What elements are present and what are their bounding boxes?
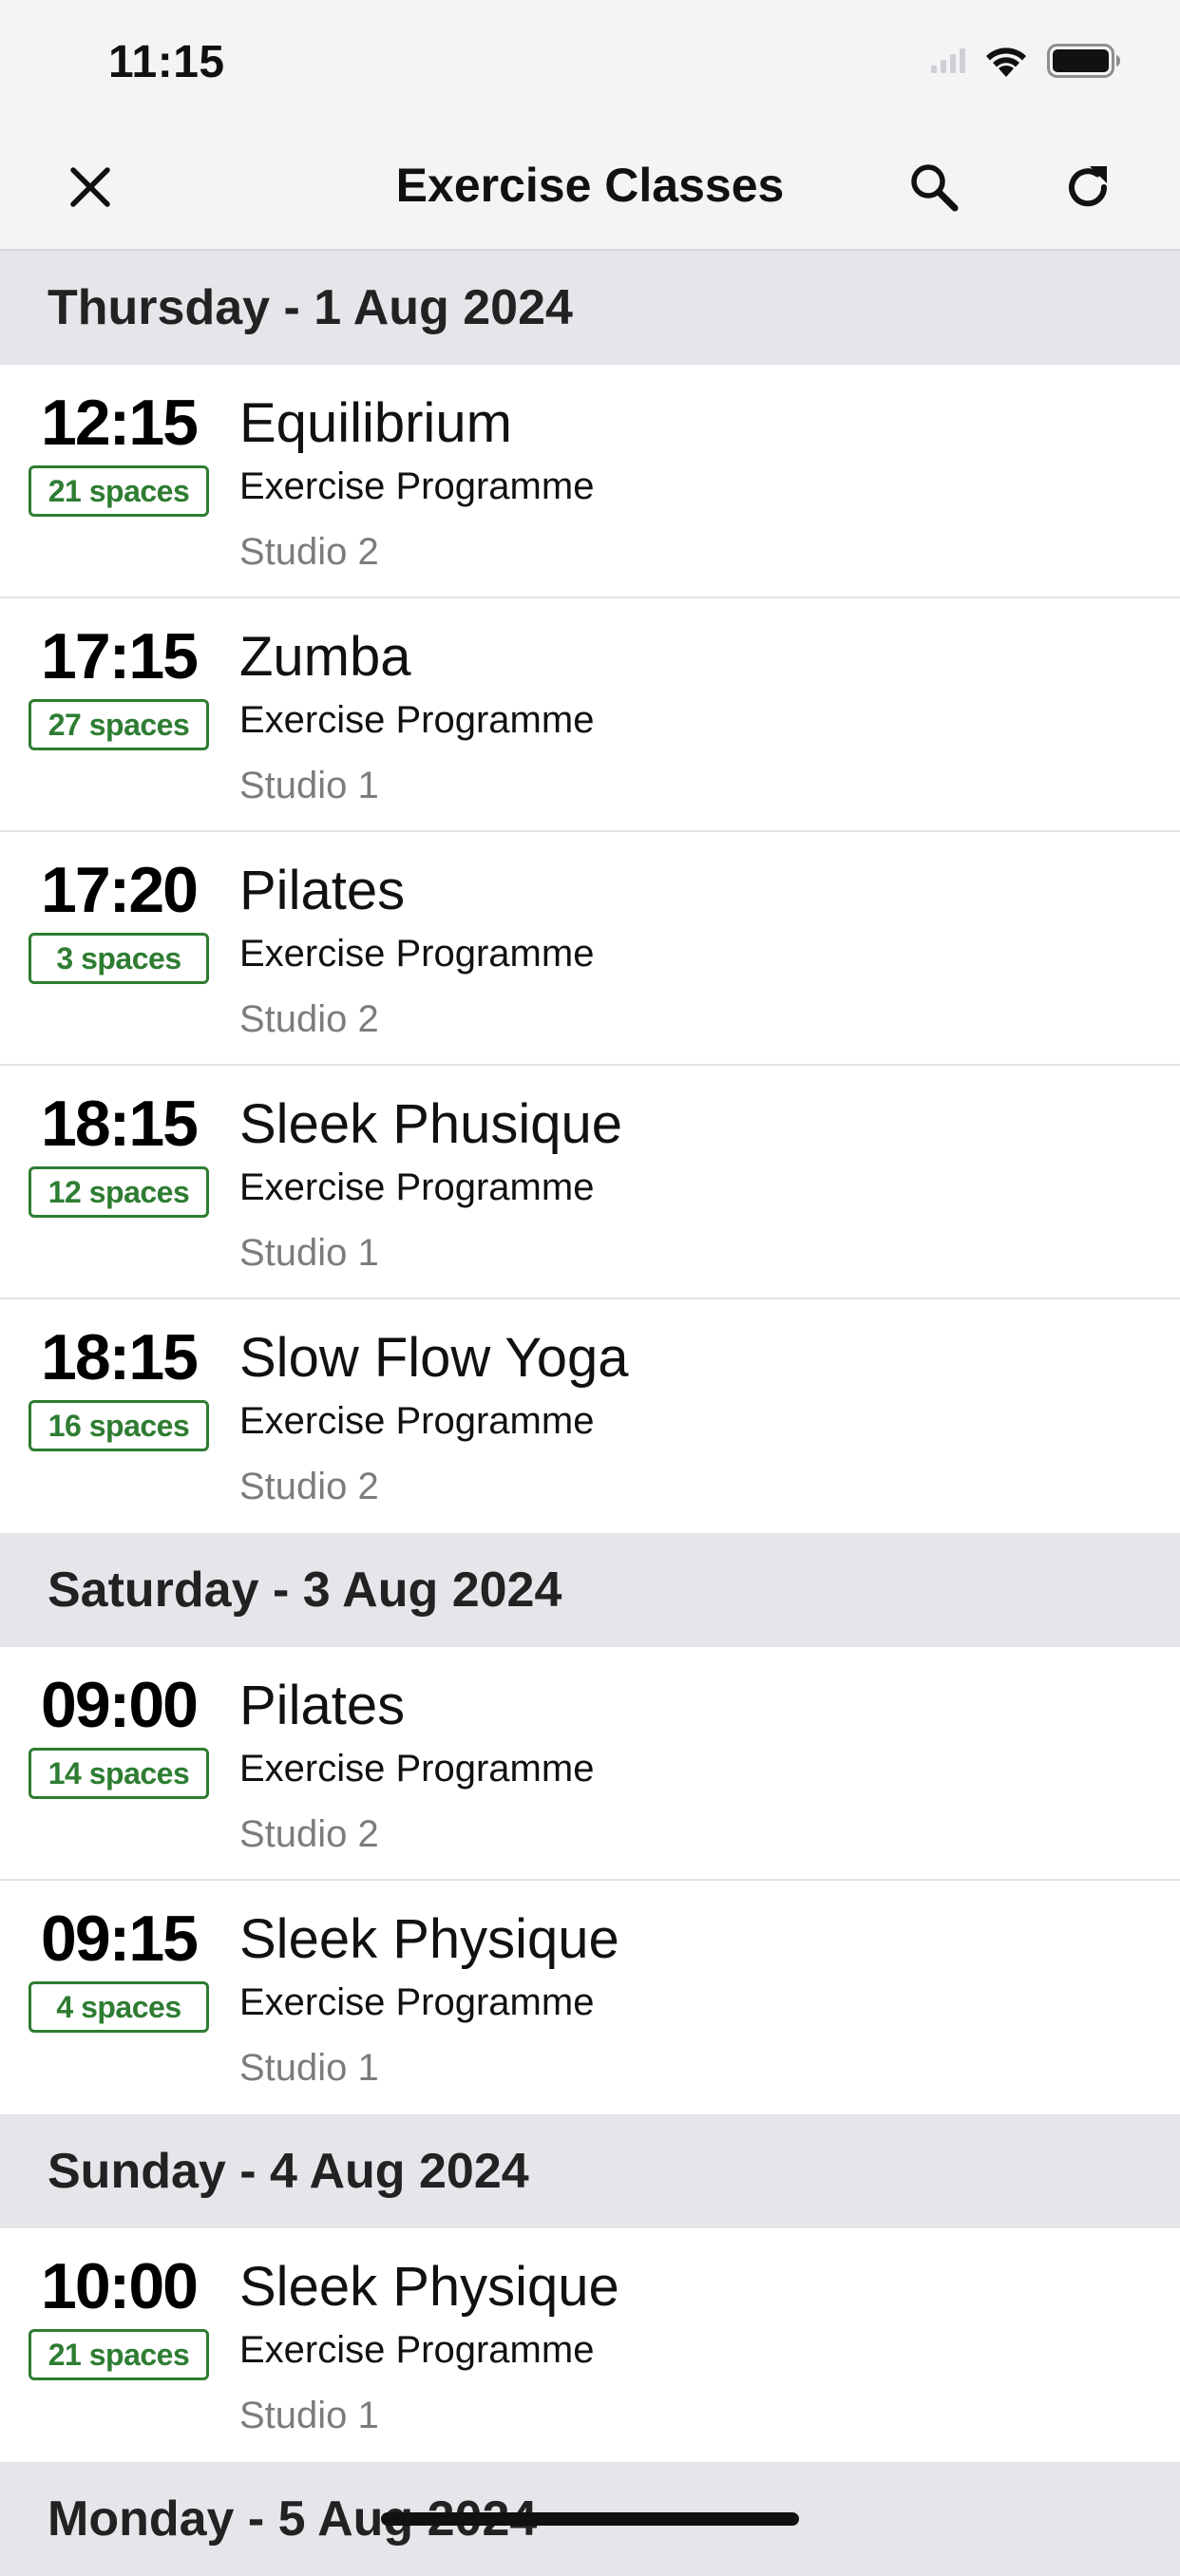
class-time: 17:20 (41, 854, 199, 926)
class-time: 10:00 (41, 2250, 199, 2322)
spaces-badge: 3 spaces (29, 933, 209, 984)
spaces-badge: 21 spaces (29, 465, 209, 517)
status-time: 11:15 (108, 37, 225, 87)
class-row[interactable]: 17:20 3 spaces Pilates Exercise Programm… (0, 832, 1180, 1066)
class-studio: Studio 1 (239, 1232, 379, 1274)
section-header: Saturday - 3 Aug 2024 (0, 1533, 1180, 1647)
spaces-badge: 14 spaces (29, 1748, 209, 1799)
class-row[interactable]: 12:15 21 spaces Equilibrium Exercise Pro… (0, 365, 1180, 598)
class-studio: Studio 2 (239, 1813, 379, 1855)
class-programme: Exercise Programme (239, 1166, 595, 1208)
status-bar: 11:15 (0, 0, 1180, 127)
class-list[interactable]: Thursday - 1 Aug 2024 12:15 21 spaces Eq… (0, 251, 1180, 2576)
status-icons (931, 44, 1121, 83)
home-indicator[interactable] (381, 2512, 799, 2526)
class-name: Equilibrium (239, 392, 512, 454)
class-row[interactable]: 09:15 4 spaces Sleek Physique Exercise P… (0, 1881, 1180, 2114)
spaces-badge: 12 spaces (29, 1166, 209, 1218)
class-studio: Studio 2 (239, 998, 379, 1040)
class-time: 17:15 (41, 620, 199, 692)
class-programme: Exercise Programme (239, 1748, 595, 1790)
class-studio: Studio 1 (239, 2395, 379, 2436)
section-header: Thursday - 1 Aug 2024 (0, 251, 1180, 365)
class-programme: Exercise Programme (239, 465, 595, 507)
class-name: Pilates (239, 860, 406, 921)
class-row[interactable]: 10:00 21 spaces Sleek Physique Exercise … (0, 2228, 1180, 2462)
page-title: Exercise Classes (395, 159, 785, 212)
class-studio: Studio 2 (239, 1466, 379, 1507)
nav-bar: Exercise Classes (0, 127, 1180, 251)
class-programme: Exercise Programme (239, 933, 595, 975)
class-name: Sleek Phusique (239, 1093, 623, 1155)
class-studio: Studio 1 (239, 765, 379, 806)
spaces-badge: 4 spaces (29, 1981, 209, 2033)
refresh-button[interactable] (1055, 156, 1121, 222)
class-row[interactable]: 17:15 27 spaces Zumba Exercise Programme… (0, 598, 1180, 832)
battery-icon (1047, 44, 1121, 83)
class-time: 18:15 (41, 1088, 199, 1160)
class-name: Slow Flow Yoga (239, 1327, 629, 1389)
spaces-badge: 27 spaces (29, 699, 209, 750)
class-time: 12:15 (41, 387, 199, 459)
wifi-icon (984, 45, 1028, 82)
class-programme: Exercise Programme (239, 699, 595, 741)
class-time: 18:15 (41, 1321, 199, 1393)
section-header: Sunday - 4 Aug 2024 (0, 2114, 1180, 2228)
class-name: Sleek Physique (239, 2256, 619, 2318)
class-row[interactable]: 18:15 16 spaces Slow Flow Yoga Exercise … (0, 1299, 1180, 1533)
class-programme: Exercise Programme (239, 1400, 595, 1442)
class-studio: Studio 1 (239, 2047, 379, 2089)
class-row[interactable]: 09:00 14 spaces Pilates Exercise Program… (0, 1647, 1180, 1881)
signal-icon (931, 48, 965, 78)
spaces-badge: 16 spaces (29, 1400, 209, 1451)
class-programme: Exercise Programme (239, 1981, 595, 2023)
class-time: 09:15 (41, 1903, 199, 1975)
search-icon (907, 161, 961, 218)
spaces-badge: 21 spaces (29, 2329, 209, 2380)
class-row[interactable]: 18:15 12 spaces Sleek Phusique Exercise … (0, 1066, 1180, 1299)
class-programme: Exercise Programme (239, 2329, 595, 2371)
class-name: Sleek Physique (239, 1908, 619, 1970)
search-button[interactable] (901, 156, 967, 222)
class-name: Pilates (239, 1675, 406, 1736)
class-studio: Studio 2 (239, 531, 379, 573)
refresh-icon (1061, 161, 1114, 218)
class-time: 09:00 (41, 1669, 199, 1741)
class-name: Zumba (239, 626, 411, 688)
